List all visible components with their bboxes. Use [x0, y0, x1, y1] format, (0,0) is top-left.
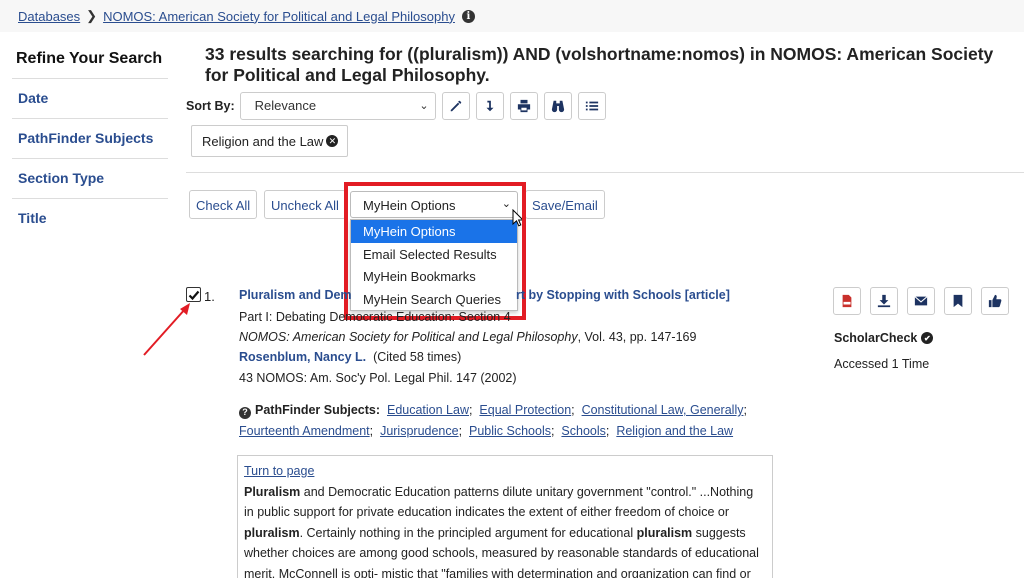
edit-search-button[interactable] — [441, 92, 470, 120]
download-icon — [877, 294, 891, 308]
subject-link[interactable]: Schools — [561, 424, 605, 438]
facet-chip-label: Religion and the Law — [202, 134, 324, 149]
thumbs-up-icon — [988, 294, 1002, 308]
envelope-icon — [914, 296, 928, 306]
snippet-text: . Certainly nothing in the principled ar… — [299, 525, 637, 540]
check-circle-icon: ✔ — [921, 332, 934, 344]
pdf-button[interactable] — [833, 287, 861, 315]
subject-link[interactable]: Public Schools — [469, 424, 551, 438]
list-icon — [585, 101, 598, 111]
subject-link[interactable]: Religion and the Law — [616, 424, 733, 438]
result-number: 1. — [204, 289, 215, 304]
result-cited: (Cited 58 times) — [373, 350, 462, 364]
red-arrow-annotation — [143, 303, 190, 356]
result-citation: 43 NOMOS: Am. Soc'y Pol. Legal Phil. 147… — [239, 371, 517, 385]
subject-link[interactable]: Equal Protection — [479, 403, 571, 417]
pathfinder-label: PathFinder Subjects: — [255, 403, 381, 417]
sidebar-item-pathfinder-subjects[interactable]: PathFinder Subjects — [12, 119, 168, 159]
sort-select[interactable]: Relevance ⌄ — [239, 92, 436, 120]
bookmark-icon — [953, 294, 963, 308]
breadcrumb: Databases ❯ NOMOS: American Society for … — [18, 8, 475, 24]
subject-link[interactable]: Constitutional Law, Generally — [582, 403, 744, 417]
snippet-text: and Democratic Education patterns dilute… — [244, 484, 754, 520]
results-heading: 33 results searching for ((pluralism)) A… — [205, 44, 994, 85]
snippet-highlight: pluralism — [244, 525, 300, 540]
breadcrumb-bar: Databases ❯ NOMOS: American Society for … — [0, 0, 1024, 32]
subject-link[interactable]: Education Law — [387, 403, 469, 417]
result-title-link-end[interactable]: rt by Stopping with Schools [article] — [516, 288, 730, 302]
binoculars-icon — [551, 100, 564, 113]
text-snippet: Turn to page Pluralism and Democratic Ed… — [237, 455, 773, 578]
result-volume: , Vol. 43, pp. 147-169 — [577, 330, 697, 344]
breadcrumb-current-link[interactable]: NOMOS: American Society for Political an… — [103, 9, 455, 24]
sort-label: Sort By: — [186, 99, 235, 113]
print-icon — [517, 99, 530, 113]
uncheck-all-button[interactable]: Uncheck All — [264, 190, 346, 219]
checkmark-icon — [188, 290, 199, 300]
sort-toolbar: Sort By: Relevance ⌄ — [186, 92, 606, 120]
sidebar-item-section-type[interactable]: Section Type — [12, 159, 168, 199]
sidebar-item-title[interactable]: Title — [12, 199, 168, 239]
subject-link[interactable]: Fourteenth Amendment — [239, 424, 370, 438]
arrow-down-icon — [486, 100, 494, 112]
save-email-button[interactable]: Save/Email — [525, 190, 605, 219]
result-journal-line: NOMOS: American Society for Political an… — [239, 330, 696, 344]
snippet-highlight: pluralism — [636, 525, 693, 540]
highlight-box — [344, 182, 526, 320]
like-button[interactable] — [981, 287, 1009, 315]
pencil-icon — [450, 100, 461, 112]
result-journal: NOMOS: American Society for Political an… — [239, 330, 578, 344]
subject-link[interactable]: Jurisprudence — [380, 424, 459, 438]
close-icon[interactable]: ✕ — [326, 135, 339, 147]
pdf-icon — [842, 294, 852, 308]
check-all-button[interactable]: Check All — [189, 190, 258, 219]
result-actions — [833, 287, 1018, 315]
sidebar-item-date[interactable]: Date — [12, 79, 168, 119]
info-icon[interactable]: i — [461, 9, 475, 23]
facet-chip: Religion and the Law ✕ — [191, 125, 349, 157]
search-within-button[interactable] — [543, 92, 572, 120]
sort-value: Relevance — [254, 98, 317, 113]
refine-title: Refine Your Search — [12, 40, 168, 79]
turn-to-page-link[interactable]: Turn to page — [244, 464, 314, 478]
refine-sidebar: Refine Your Search Date PathFinder Subje… — [12, 40, 168, 239]
chevron-right-icon: ❯ — [86, 8, 98, 23]
breadcrumb-databases-link[interactable]: Databases — [18, 9, 80, 24]
result-author-line: Rosenblum, Nancy L. (Cited 58 times) — [239, 350, 461, 364]
pathfinder-subjects: ? PathFinder Subjects: Education Law; Equ… — [239, 403, 747, 438]
download-button[interactable] — [870, 287, 898, 315]
result-checkbox[interactable] — [186, 287, 201, 302]
list-view-button[interactable] — [577, 92, 606, 120]
scholarcheck-text: ScholarCheck — [834, 331, 918, 345]
chevron-down-icon: ⌄ — [419, 100, 429, 112]
result-author-link[interactable]: Rosenblum, Nancy L. — [239, 350, 366, 364]
accessed-count: Accessed 1 Time — [834, 357, 930, 371]
result-part: Part I: Debating Democratic Education: S… — [239, 310, 511, 324]
divider — [186, 172, 1024, 173]
sort-direction-button[interactable] — [475, 92, 504, 120]
scholarcheck-label[interactable]: ScholarCheck ✔ — [834, 331, 934, 345]
print-button[interactable] — [509, 92, 538, 120]
help-icon[interactable]: ? — [239, 406, 251, 419]
bookmark-button[interactable] — [944, 287, 972, 315]
email-button[interactable] — [907, 287, 935, 315]
snippet-highlight: Pluralism — [244, 484, 301, 499]
result-title-link[interactable]: Pluralism and Dem — [239, 288, 352, 302]
